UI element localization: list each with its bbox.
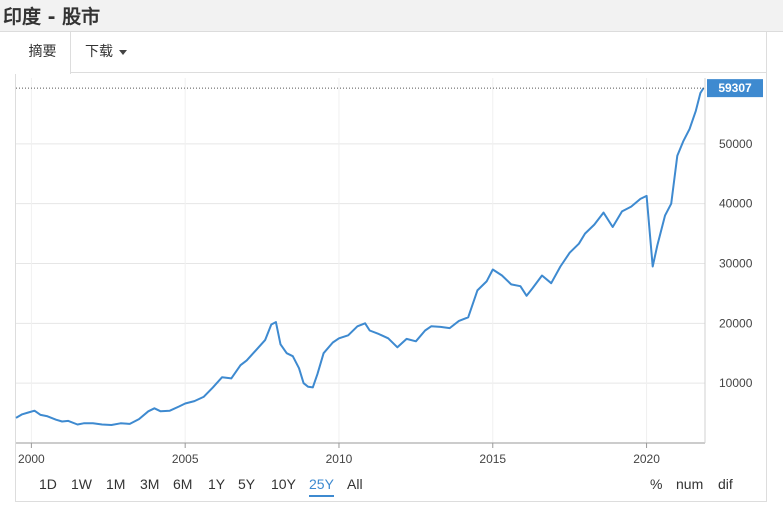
range-button-25y[interactable]: 25Y: [309, 476, 334, 497]
mode-button-dif[interactable]: dif: [718, 476, 733, 492]
range-button-1m[interactable]: 1M: [106, 476, 125, 492]
range-button-1y[interactable]: 1Y: [208, 476, 225, 492]
x-tick-label: 2005: [172, 452, 199, 466]
x-tick-label: 2015: [479, 452, 506, 466]
stock-chart: 10000 20000 30000 40000 50000 2000 2005 2010 201…: [15, 78, 763, 466]
range-button-all[interactable]: All: [347, 476, 363, 492]
range-button-1d[interactable]: 1D: [39, 476, 57, 492]
range-button-1w[interactable]: 1W: [71, 476, 92, 492]
range-button-6m[interactable]: 6M: [173, 476, 192, 492]
y-tick-label: 30000: [719, 256, 753, 270]
range-button-3m[interactable]: 3M: [140, 476, 159, 492]
y-tick-label: 10000: [719, 376, 753, 390]
x-tick-label: 2020: [633, 452, 660, 466]
mode-button-num[interactable]: num: [676, 476, 703, 492]
x-tick-label: 2000: [18, 452, 45, 466]
range-button-10y[interactable]: 10Y: [271, 476, 296, 492]
x-tick-label: 2010: [326, 452, 353, 466]
range-button-5y[interactable]: 5Y: [238, 476, 255, 492]
y-tick-label: 40000: [719, 197, 753, 211]
mode-button-percent[interactable]: %: [650, 476, 662, 492]
series-line: [15, 87, 705, 426]
y-tick-label: 20000: [719, 316, 753, 330]
last-value-label: 59307: [718, 81, 752, 95]
y-tick-label: 50000: [719, 137, 753, 151]
